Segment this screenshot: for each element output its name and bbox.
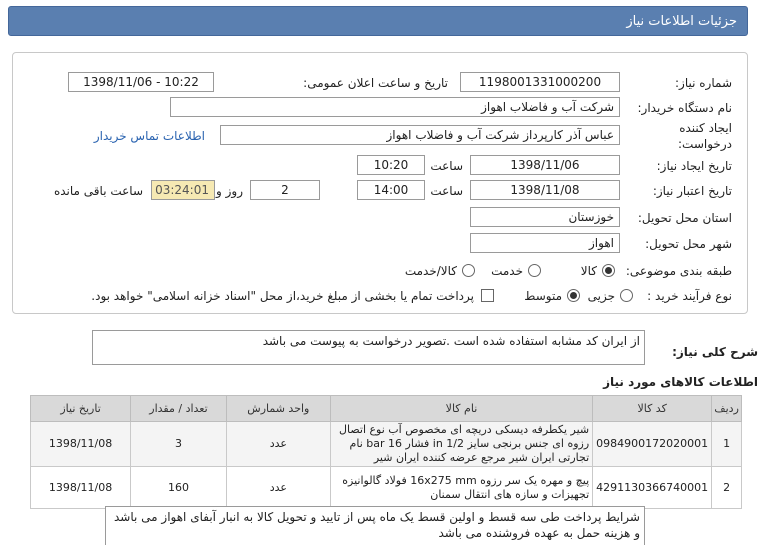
days-label: روز و: [216, 184, 243, 198]
cell-date: 1398/11/08: [29, 466, 132, 509]
payment-terms-note: شرایط پرداخت طی سه قسط و اولین قسط یک ما…: [105, 506, 645, 545]
col-qty: تعداد / مقدار: [130, 395, 227, 422]
created-time-field: 10:20: [357, 155, 425, 175]
remaining-days-field: 2: [250, 180, 320, 200]
table-row: 1 0984900172020001 شیر یکطرفه دیسکی دریچ…: [29, 421, 742, 467]
col-name: نام کالا: [329, 395, 594, 422]
items-table: ردیف کد کالا نام کالا واحد شمارش تعداد /…: [29, 395, 742, 509]
remaining-time-label: ساعت باقی مانده: [53, 184, 143, 198]
valid-time-label: ساعت: [430, 184, 463, 198]
cell-code: 4291130366740001: [592, 466, 713, 509]
process-option-minor: جزیی: [587, 289, 615, 303]
col-code: کد کالا: [592, 395, 713, 422]
items-section-title: اطلاعات کالاهای مورد نیاز: [603, 375, 758, 389]
created-date-label: تاریخ ایجاد نیاز:: [656, 159, 732, 173]
cell-name: پیچ و مهره یک سر رزوه 16x275 mm فولاد گا…: [329, 466, 594, 509]
category-option-service: خدمت: [491, 264, 523, 278]
province-field: خوزستان: [470, 207, 620, 227]
city-field: اهواز: [470, 233, 620, 253]
description-box: از ایران کد مشابه استفاده شده است .تصویر…: [92, 330, 645, 365]
buyer-org-label: نام دستگاه خریدار:: [637, 101, 733, 115]
treasury-payment-note: پرداخت تمام یا بخشی از مبلغ خرید،از محل …: [91, 289, 474, 303]
category-radio-goods-service[interactable]: [462, 264, 475, 277]
cell-date: 1398/11/08: [29, 421, 132, 467]
city-label: شهر محل تحویل:: [645, 237, 732, 251]
cell-qty: 3: [130, 421, 227, 467]
treasury-payment-checkbox[interactable]: [481, 289, 494, 302]
process-option-medium: متوسط: [524, 289, 562, 303]
need-number-label: شماره نیاز:: [675, 76, 732, 90]
created-date-field: 1398/11/06: [470, 155, 620, 175]
category-radio-service[interactable]: [528, 264, 541, 277]
requester-field: عباس آذر کارپرداز شرکت آب و فاضلاب اهواز: [220, 125, 620, 145]
page-title: جزئیات اطلاعات نیاز: [626, 14, 737, 29]
valid-date-label: تاریخ اعتبار نیاز:: [652, 184, 732, 198]
category-option-goods: کالا: [580, 264, 597, 278]
buyer-org-field: شرکت آب و فاضلاب اهواز: [170, 97, 620, 117]
cell-qty: 160: [130, 466, 227, 509]
process-radio-minor[interactable]: [620, 289, 633, 302]
requester-label-line1: ایجاد کننده: [679, 121, 732, 135]
requester-label-line2: درخواست:: [678, 137, 732, 151]
valid-time-field: 14:00: [357, 180, 425, 200]
announce-date-field: 1398/11/06 - 10:22: [68, 72, 214, 92]
cell-unit: عدد: [225, 466, 331, 509]
cell-code: 0984900172020001: [592, 421, 713, 467]
category-option-goods-service: کالا/خدمت: [404, 264, 457, 278]
province-label: استان محل تحویل:: [637, 211, 732, 225]
items-header-row: ردیف کد کالا نام کالا واحد شمارش تعداد /…: [29, 395, 742, 422]
announce-date-label: تاریخ و ساعت اعلان عمومی:: [303, 76, 448, 90]
process-label: نوع فرآیند خرید :: [647, 289, 732, 303]
description-label: شرح کلی نیاز:: [672, 345, 758, 359]
col-row: ردیف: [711, 395, 742, 422]
process-radio-medium[interactable]: [567, 289, 580, 302]
valid-date-field: 1398/11/08: [470, 180, 620, 200]
cell-row: 1: [711, 421, 742, 467]
cell-row: 2: [711, 466, 742, 509]
cell-unit: عدد: [225, 421, 331, 467]
created-time-label: ساعت: [430, 159, 463, 173]
table-row: 2 4291130366740001 پیچ و مهره یک سر رزوه…: [29, 466, 742, 509]
col-date: تاریخ نیاز: [29, 395, 132, 422]
page-title-bar: جزئیات اطلاعات نیاز: [8, 6, 748, 36]
col-unit: واحد شمارش: [225, 395, 331, 422]
category-radio-goods[interactable]: [602, 264, 615, 277]
category-label: طبقه بندی موضوعی:: [625, 264, 732, 278]
need-number-field: 1198001331000200: [460, 72, 620, 92]
remaining-time-field: 03:24:01: [151, 180, 215, 200]
cell-name: شیر یکطرفه دیسکی دریچه ای مخصوص آب نوع ا…: [329, 421, 594, 467]
buyer-contact-link[interactable]: اطلاعات تماس خریدار: [94, 129, 205, 143]
